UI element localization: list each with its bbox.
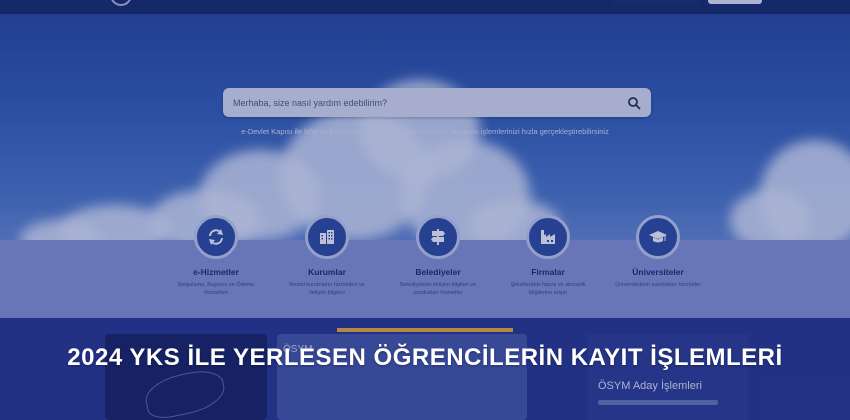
service-description: Üniversitelerin sundukları hizmetler [615,282,701,288]
login-button[interactable] [708,0,762,4]
card-subtitle-placeholder [598,400,718,405]
search-bar [223,88,651,117]
service-categories: e-Hizmetler Sorgulama, Başvuru ve Ödeme … [0,215,850,320]
service-firmalar[interactable]: Firmalar Şirketlerdeki fatura ve aboneli… [493,215,603,298]
graduation-cap-icon [636,215,680,259]
nav-menu-button[interactable] [612,0,700,4]
signpost-icon [416,215,460,259]
service-universiteler[interactable]: Üniversiteler Üniversitelerin sundukları… [603,215,713,290]
service-description: Sorgulama, Başvuru ve Ödeme hizmetleri [177,282,255,296]
hero-banner [0,0,850,245]
edevlet-logo[interactable] [110,0,132,6]
search-icon[interactable] [627,96,641,110]
service-e-hizmetler[interactable]: e-Hizmetler Sorgulama, Başvuru ve Ödeme … [161,215,271,298]
carousel-active-indicator [337,328,513,332]
service-kurumlar[interactable]: Kurumlar Resmi kurumların hizmetleri ve … [272,215,382,298]
service-title: Kurumlar [308,267,346,277]
refresh-arrows-icon [194,215,238,259]
service-description: Belediyelerin iletişim bilgileri ve sund… [400,282,476,296]
card-title: ÖSYM Aday İşlemleri [598,380,702,392]
service-description: Resmi kurumların hizmetleri ve iletişim … [289,282,365,296]
buildings-icon [305,215,349,259]
factory-icon [526,215,570,259]
service-title: Üniversiteler [632,267,684,277]
signature-graphic [141,366,229,420]
top-navigation-bar [0,0,850,14]
search-input[interactable] [233,97,627,108]
headline-caption: 2024 YKS İLE YERLESEN ÖĞRENCİLERİN KAYIT… [67,344,783,371]
service-title: Firmalar [531,267,565,277]
service-title: e-Hizmetler [193,267,239,277]
hero-tagline: e-Devlet Kapısı ile bilgi ve belgelerini… [241,127,609,136]
service-description: Şirketlerdeki fatura ve abonelik bilgile… [510,282,586,296]
service-title: Belediyeler [415,267,461,277]
service-belediyeler[interactable]: Belediyeler Belediyelerin iletişim bilgi… [383,215,493,298]
